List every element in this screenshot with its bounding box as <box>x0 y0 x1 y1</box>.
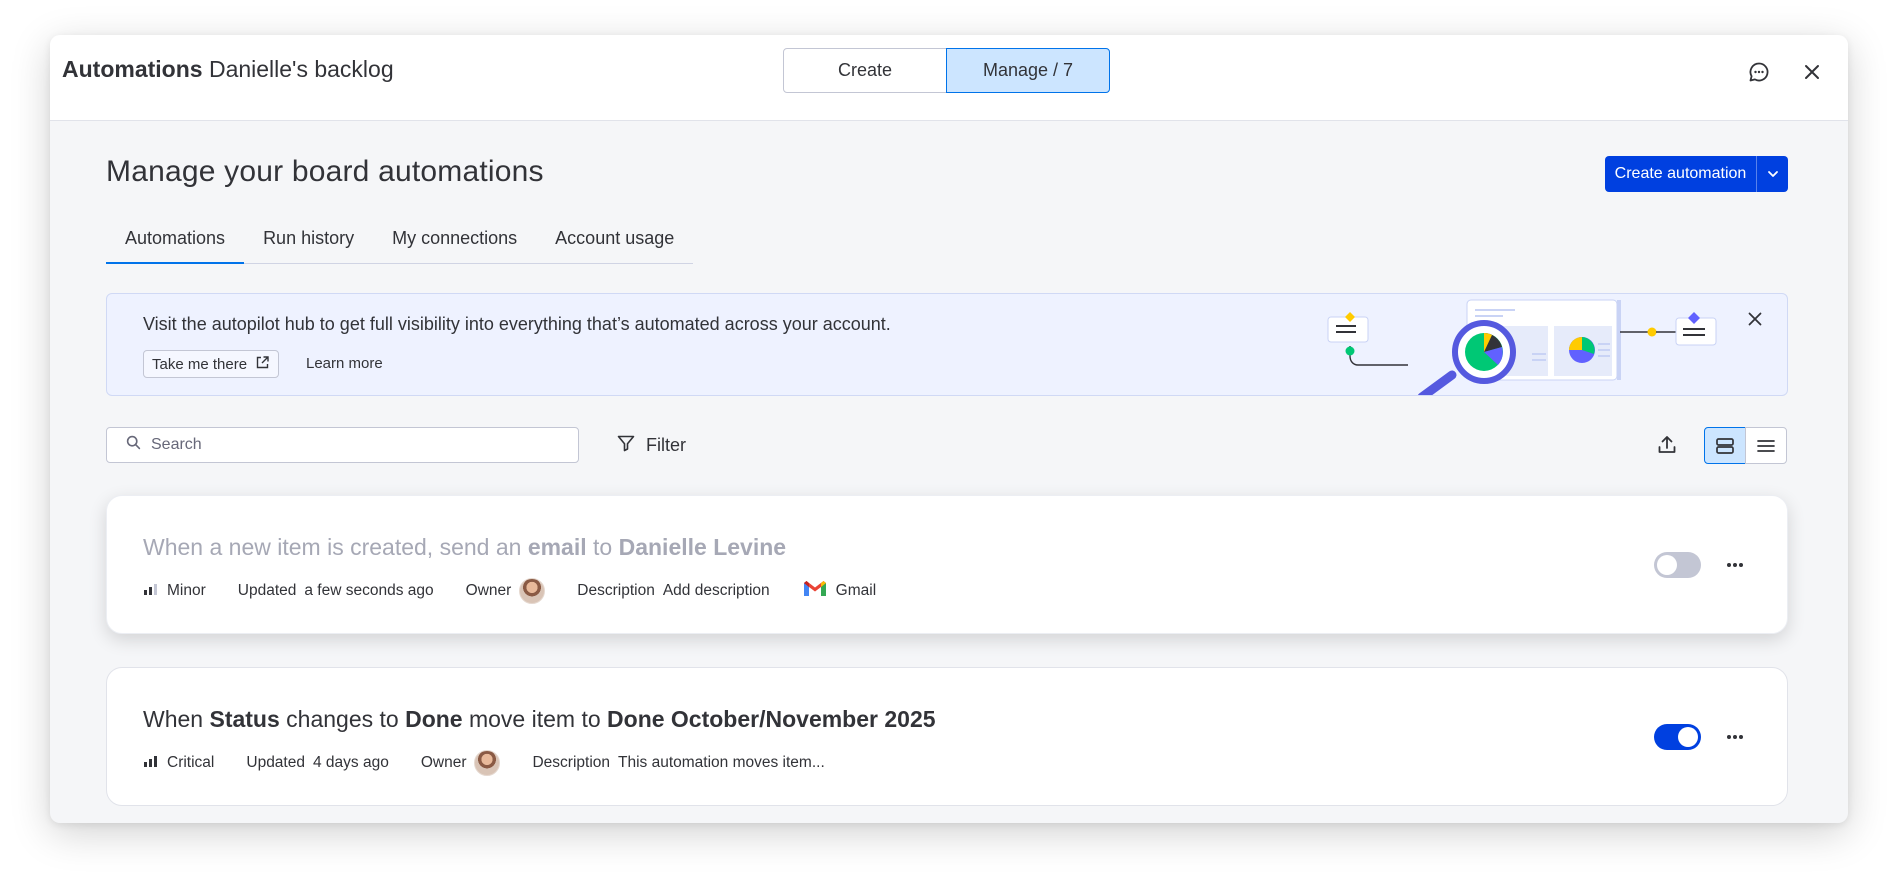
modal-title-bold: Automations <box>62 56 203 82</box>
tab-bar: Automations Run history My connections A… <box>106 223 694 264</box>
automation-toggle[interactable] <box>1654 724 1701 750</box>
priority-critical-icon <box>143 754 159 773</box>
automation-rule: When Status changes to Done move item to… <box>143 706 936 733</box>
rule-recipient: Danielle Levine <box>618 534 787 560</box>
create-tab-button[interactable]: Create <box>783 48 947 93</box>
search-box[interactable] <box>106 427 579 463</box>
filter-icon <box>616 433 636 458</box>
export-icon[interactable] <box>1652 430 1682 460</box>
filter-button[interactable]: Filter <box>616 433 686 458</box>
description-label: Description <box>532 754 611 771</box>
priority: Minor <box>143 582 206 601</box>
more-options-icon[interactable] <box>1722 552 1748 578</box>
rule-trigger-column: Status <box>209 706 280 732</box>
create-automation-button[interactable]: Create automation <box>1605 156 1788 192</box>
owner-label: Owner <box>420 754 467 771</box>
banner-close-icon[interactable] <box>1747 311 1763 332</box>
automation-meta: Critical Updated 4 days ago Owner Descri… <box>143 750 857 776</box>
automation-rule: When a new item is created, send an emai… <box>143 534 786 561</box>
automations-modal: Automations Danielle's backlog Create Ma… <box>50 35 1848 823</box>
owner: Owner <box>466 578 546 604</box>
modal-title-board: Danielle's backlog <box>208 56 394 82</box>
banner-text: Visit the autopilot hub to get full visi… <box>143 314 891 334</box>
description-label: Description <box>577 582 655 599</box>
updated-value: 4 days ago <box>312 754 389 771</box>
gmail-icon <box>802 579 828 604</box>
add-description-link[interactable]: Add description <box>663 582 770 600</box>
rule-text: When a new item is created, send an <box>143 534 528 560</box>
rule-target-group: Done October/November 2025 <box>607 706 936 732</box>
rule-text: move item to <box>462 706 608 732</box>
updated-value: a few seconds ago <box>304 582 434 599</box>
rule-trigger-value: Done <box>405 706 463 732</box>
updated: Updated a few seconds ago <box>238 582 434 600</box>
chat-bubble-icon[interactable] <box>1747 60 1771 84</box>
modal-header: Automations Danielle's backlog Create Ma… <box>50 35 1848 121</box>
autopilot-banner: Visit the autopilot hub to get full visi… <box>106 293 1788 396</box>
filter-label: Filter <box>646 435 686 455</box>
rule-action: email <box>527 534 587 560</box>
updated-label: Updated <box>246 754 305 771</box>
tab-run-history[interactable]: Run history <box>244 223 373 263</box>
search-icon <box>126 435 141 455</box>
owner: Owner <box>421 750 501 776</box>
automation-card[interactable]: When Status changes to Done move item to… <box>106 667 1788 806</box>
take-me-there-button[interactable]: Take me there <box>143 350 280 378</box>
list-view-icon[interactable] <box>1745 427 1787 464</box>
manage-tab-button[interactable]: Manage / 7 <box>946 48 1110 93</box>
create-automation-label[interactable]: Create automation <box>1605 156 1757 192</box>
updated: Updated 4 days ago <box>246 754 388 772</box>
automation-toggle[interactable] <box>1654 552 1701 578</box>
view-switcher <box>1704 427 1787 464</box>
avatar[interactable] <box>474 750 501 776</box>
modal-title: Automations Danielle's backlog <box>62 56 394 83</box>
chevron-down-icon[interactable] <box>1757 156 1788 192</box>
close-icon[interactable] <box>1800 60 1824 84</box>
rule-text: to <box>586 534 619 560</box>
owner-label: Owner <box>465 582 512 599</box>
card-view-icon[interactable] <box>1704 427 1746 464</box>
tab-automations[interactable]: Automations <box>106 223 245 264</box>
tab-account-usage[interactable]: Account usage <box>536 223 693 263</box>
mode-switcher: Create Manage / 7 <box>783 48 1110 93</box>
rule-text: changes to <box>279 706 406 732</box>
take-me-there-label: Take me there <box>152 355 248 373</box>
learn-more-link[interactable]: Learn more <box>306 355 383 372</box>
automation-meta: Minor Updated a few seconds ago Owner De… <box>143 578 908 604</box>
priority-label: Critical <box>167 754 215 771</box>
tab-my-connections[interactable]: My connections <box>373 223 536 263</box>
priority: Critical <box>143 754 214 773</box>
integration-label: Gmail <box>835 582 877 599</box>
page-title: Manage your board automations <box>106 155 544 188</box>
avatar[interactable] <box>519 578 546 604</box>
integration: Gmail <box>802 579 876 604</box>
description: Description This automation moves item..… <box>532 754 824 772</box>
description-value[interactable]: This automation moves item... <box>618 754 825 772</box>
autopilot-illustration <box>1327 299 1717 395</box>
toggle-knob <box>1657 555 1677 575</box>
rule-text: When <box>143 706 210 732</box>
search-input[interactable] <box>151 436 551 454</box>
updated-label: Updated <box>237 582 297 599</box>
more-options-icon[interactable] <box>1722 724 1748 750</box>
toggle-knob <box>1678 727 1698 747</box>
priority-label: Minor <box>167 582 206 599</box>
external-link-icon <box>255 355 270 374</box>
automation-card[interactable]: When a new item is created, send an emai… <box>106 495 1788 634</box>
description: Description Add description <box>577 582 769 600</box>
priority-minor-icon <box>143 582 159 601</box>
